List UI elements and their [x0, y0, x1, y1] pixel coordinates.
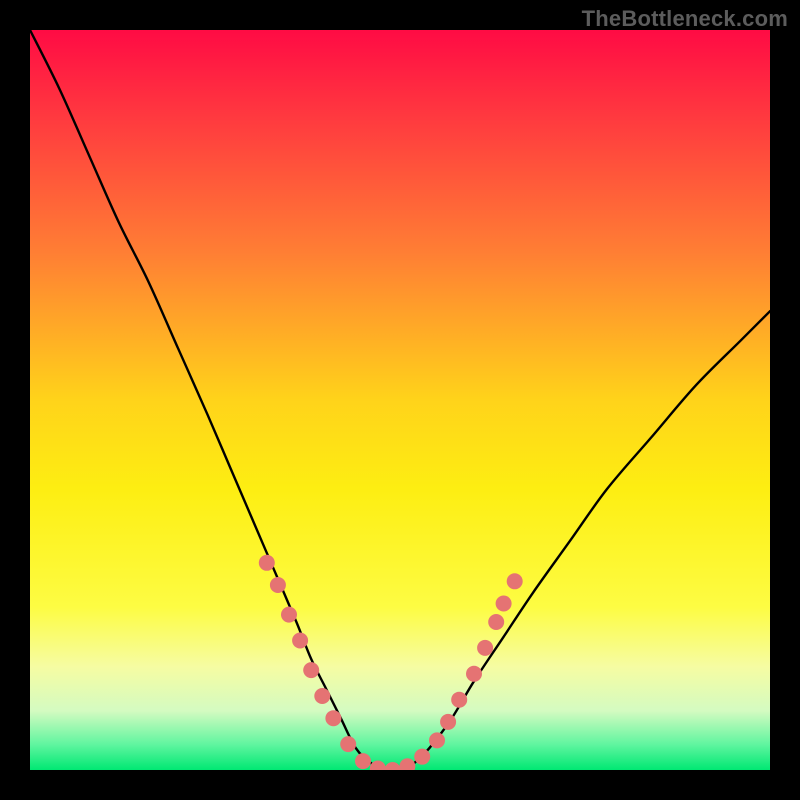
marker-dot: [340, 736, 356, 752]
marker-dot: [466, 666, 482, 682]
marker-dot: [325, 710, 341, 726]
marker-dot: [270, 577, 286, 593]
marker-dot: [440, 714, 456, 730]
marker-dot: [314, 688, 330, 704]
watermark-text: TheBottleneck.com: [582, 6, 788, 32]
bottleneck-chart: [30, 30, 770, 770]
marker-dot: [281, 607, 297, 623]
marker-dot: [292, 633, 308, 649]
marker-dot: [414, 749, 430, 765]
marker-dot: [488, 614, 504, 630]
plot-area: [30, 30, 770, 770]
chart-frame: TheBottleneck.com: [0, 0, 800, 800]
marker-dot: [477, 640, 493, 656]
marker-dot: [496, 596, 512, 612]
marker-dot: [259, 555, 275, 571]
marker-dot: [303, 662, 319, 678]
marker-dot: [355, 753, 371, 769]
marker-dot: [451, 692, 467, 708]
gradient-background: [30, 30, 770, 770]
marker-dot: [507, 573, 523, 589]
marker-dot: [429, 732, 445, 748]
